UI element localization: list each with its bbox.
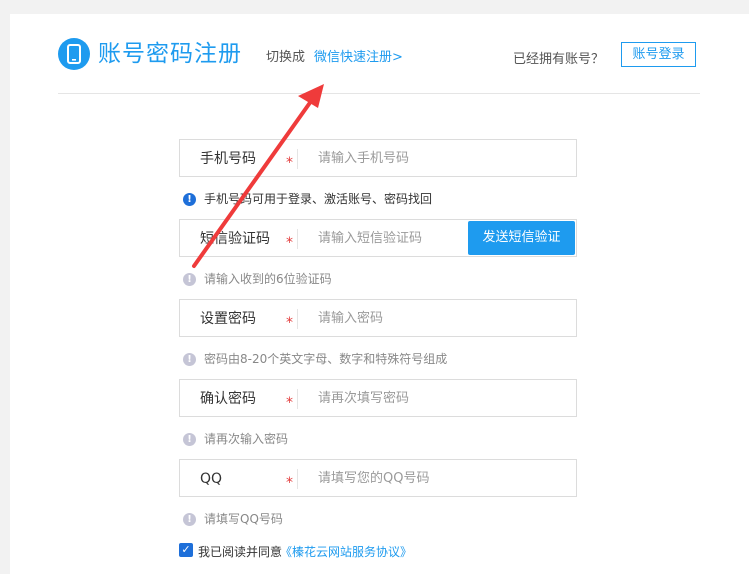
sms-code-label: 短信验证码 bbox=[200, 231, 270, 247]
phone-hint-text: 手机号码可用于登录、激活账号、密码找回 bbox=[204, 192, 433, 206]
password-label: 设置密码 bbox=[200, 311, 256, 327]
sms-code-field: 短信验证码 * 发送短信验证 bbox=[179, 219, 577, 257]
service-agreement-link[interactable]: 《榛花云网站服务协议》 bbox=[280, 543, 412, 560]
confirm-password-input[interactable] bbox=[318, 380, 548, 416]
field-separator bbox=[297, 389, 298, 409]
info-icon: ! bbox=[183, 433, 196, 446]
phone-label: 手机号码 bbox=[200, 151, 256, 167]
required-mark: * bbox=[286, 235, 293, 251]
agreement-checkbox[interactable]: ✓ bbox=[179, 543, 193, 557]
qq-field: QQ * bbox=[179, 459, 577, 497]
have-account-text: 已经拥有账号？ bbox=[513, 52, 605, 67]
phone-input[interactable] bbox=[318, 140, 548, 176]
field-separator bbox=[297, 149, 298, 169]
agreement-text: 我已阅读并同意 bbox=[198, 545, 283, 559]
confirm-password-hint-text: 请再次输入密码 bbox=[204, 432, 289, 446]
qq-hint-text: 请填写QQ号码 bbox=[204, 512, 283, 526]
info-icon: ! bbox=[183, 273, 196, 286]
phone-icon bbox=[58, 38, 90, 70]
register-header: 账号密码注册 切换成 微信快速注册> 已经拥有账号？ 账号登录 bbox=[58, 38, 700, 72]
required-mark: * bbox=[286, 315, 293, 331]
required-mark: * bbox=[286, 395, 293, 411]
send-sms-button[interactable]: 发送短信验证 bbox=[468, 221, 575, 255]
password-hint-text: 密码由8-20个英文字母、数字和特殊符号组成 bbox=[204, 352, 448, 366]
confirm-password-label: 确认密码 bbox=[200, 391, 256, 407]
page-title: 账号密码注册 bbox=[98, 41, 242, 67]
field-separator bbox=[297, 229, 298, 249]
login-button[interactable]: 账号登录 bbox=[621, 42, 696, 67]
password-field: 设置密码 * bbox=[179, 299, 577, 337]
wechat-register-link[interactable]: 微信快速注册> bbox=[314, 46, 403, 65]
qq-label: QQ bbox=[200, 471, 223, 487]
info-icon: ! bbox=[183, 513, 196, 526]
phone-field: 手机号码 * bbox=[179, 139, 577, 177]
password-input[interactable] bbox=[318, 300, 548, 336]
qq-input[interactable] bbox=[318, 460, 548, 496]
field-separator bbox=[297, 309, 298, 329]
field-separator bbox=[297, 469, 298, 489]
info-icon: ! bbox=[183, 353, 196, 366]
sms-code-hint-text: 请输入收到的6位验证码 bbox=[204, 272, 332, 286]
sms-code-input[interactable] bbox=[318, 220, 468, 256]
required-mark: * bbox=[286, 155, 293, 171]
switch-prefix: 切换成 bbox=[266, 50, 306, 65]
required-mark: * bbox=[286, 475, 293, 491]
info-icon: ! bbox=[183, 193, 196, 206]
header-divider bbox=[58, 93, 700, 94]
confirm-password-field: 确认密码 * bbox=[179, 379, 577, 417]
